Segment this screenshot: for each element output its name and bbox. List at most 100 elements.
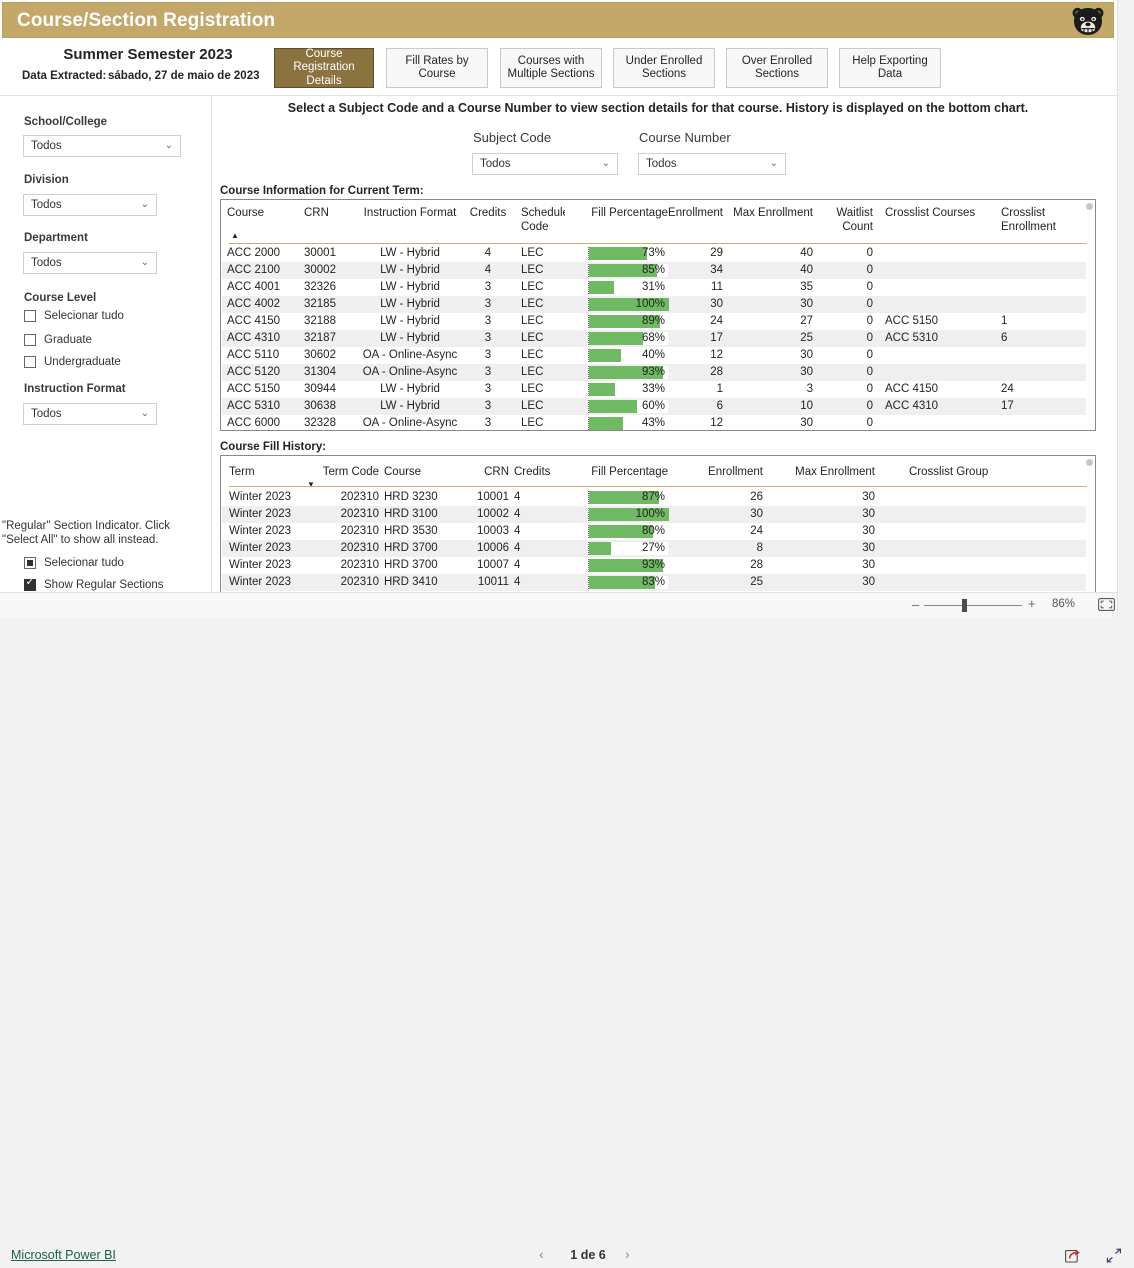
subject-code-label: Subject Code: [473, 130, 552, 145]
table-cell: 28: [710, 366, 723, 378]
table-cell: 0: [866, 366, 873, 378]
table-cell: 30602: [304, 349, 336, 361]
table-cell: ACC 5310: [885, 332, 939, 344]
table-cell: 25: [800, 332, 813, 344]
fullscreen-icon[interactable]: [1106, 1248, 1122, 1268]
table-cell: 24: [710, 315, 723, 327]
column-header: Term: [229, 466, 255, 478]
table-cell: 32188: [304, 315, 336, 327]
table-cell: 34: [710, 264, 723, 276]
table-cell: 4: [514, 542, 521, 554]
instruction-format-label: Instruction Format: [24, 383, 126, 395]
table-cell: 29: [710, 247, 723, 259]
tab-help-exporting-data[interactable]: Help Exporting Data: [839, 48, 941, 88]
sidebar-divider: [211, 96, 212, 606]
department-value: Todos: [31, 257, 62, 269]
table-cell: 10003: [477, 525, 509, 537]
tab-course-registration-details[interactable]: Course Registration Details: [274, 48, 374, 88]
tab-under-enrolled-sections[interactable]: Under Enrolled Sections: [613, 48, 715, 88]
fill-percentage-label: 100%: [635, 508, 665, 520]
table-cell: HRD 3700: [384, 542, 438, 554]
table-cell: 0: [866, 298, 873, 310]
table-cell: 1: [1001, 315, 1008, 327]
course-information-table[interactable]: Course ▲ CRN Instruction Format Credits Sched…: [220, 199, 1096, 431]
course-fill-history-table[interactable]: Term Term Code ▼ Course CRN Credits Fill Perce…: [220, 455, 1096, 597]
table-cell: 0: [866, 349, 873, 361]
table-scrollbar-thumb[interactable]: [1086, 459, 1093, 466]
tab-over-enrolled-sections[interactable]: Over Enrolled Sections: [726, 48, 828, 88]
option-label: Selecionar tudo: [44, 557, 124, 569]
table-cell: 32328: [304, 417, 336, 429]
table-cell: LEC: [521, 281, 544, 293]
column-header: Fill Percentage: [591, 466, 668, 478]
table-cell: 3: [484, 298, 492, 310]
tab-courses-with-multiple-sections[interactable]: Courses with Multiple Sections: [500, 48, 602, 88]
zoom-in-button[interactable]: +: [1028, 596, 1036, 611]
course-level-option-graduate[interactable]: Graduate: [24, 334, 92, 346]
checkbox-icon: [24, 334, 36, 346]
table-cell: 30001: [304, 247, 336, 259]
table-cell: ACC 4150: [885, 383, 939, 395]
column-header: Enrollment: [1001, 221, 1056, 233]
chevron-left-icon[interactable]: ‹: [539, 1246, 544, 1262]
table-cell: OA - Online-Async: [362, 349, 458, 361]
division-slicer[interactable]: Todos ⌄: [23, 194, 157, 216]
course-level-label: Course Level: [24, 292, 97, 304]
table-cell: 4: [514, 508, 521, 520]
share-icon[interactable]: [1065, 1248, 1081, 1268]
column-header: Count: [842, 221, 873, 233]
instruction-format-slicer[interactable]: Todos ⌄: [23, 403, 157, 425]
table-cell: 30: [862, 508, 875, 520]
table-cell: 6: [1001, 332, 1008, 344]
fit-to-page-icon[interactable]: [1098, 598, 1115, 611]
table-scrollbar-thumb[interactable]: [1086, 203, 1093, 210]
table-cell: 10001: [477, 491, 509, 503]
table-cell: 30: [862, 525, 875, 537]
zoom-out-button[interactable]: –: [912, 597, 919, 612]
zoom-slider-track[interactable]: [924, 605, 1022, 606]
chevron-down-icon: ⌄: [769, 158, 778, 169]
checkbox-icon: [24, 310, 36, 322]
table-cell: 30: [800, 298, 813, 310]
table-cell: LEC: [521, 264, 544, 276]
table-cell: 12: [710, 417, 723, 429]
table-cell: 4: [514, 559, 521, 571]
instruction-text: Select a Subject Code and a Course Numbe…: [287, 101, 1029, 115]
table-cell: ACC 2000: [227, 247, 281, 259]
table-cell: 202310: [340, 559, 379, 571]
power-bi-link[interactable]: Microsoft Power BI: [11, 1248, 116, 1262]
course-level-option-select-all[interactable]: Selecionar tudo: [24, 310, 124, 322]
table-cell: 30002: [304, 264, 336, 276]
column-header: Credits: [514, 466, 551, 478]
page-title: Course/Section Registration: [17, 10, 276, 31]
sort-indicator-icon[interactable]: ▲: [231, 231, 239, 240]
zoom-slider-thumb[interactable]: [962, 599, 967, 612]
table-cell: 202310: [340, 576, 379, 588]
table-cell: ACC 4001: [227, 281, 281, 293]
table-cell: 0: [866, 417, 873, 429]
table-cell: ACC 4002: [227, 298, 281, 310]
tab-fill-rates-by-course[interactable]: Fill Rates by Course: [386, 48, 488, 88]
table-cell: HRD 3700: [384, 559, 438, 571]
regular-option-show-regular-sections[interactable]: Show Regular Sections: [24, 577, 164, 591]
course-level-option-undergraduate[interactable]: Undergraduate: [24, 356, 121, 368]
column-header: Max Enrollment: [795, 466, 875, 478]
table-cell: ACC 2100: [227, 264, 281, 276]
option-label: Graduate: [44, 334, 92, 346]
school-college-slicer[interactable]: Todos ⌄: [23, 135, 181, 157]
chevron-right-icon[interactable]: ›: [625, 1246, 630, 1262]
table-cell: 30: [862, 576, 875, 588]
regular-option-select-all[interactable]: Selecionar tudo: [24, 557, 124, 569]
table-cell: 40: [800, 247, 813, 259]
subject-code-slicer[interactable]: Todos ⌄: [472, 153, 618, 175]
data-extracted-label: Data Extracted:: [22, 70, 107, 82]
column-header: Max Enrollment: [733, 207, 813, 219]
school-college-value: Todos: [31, 140, 62, 152]
sort-indicator-icon[interactable]: ▼: [307, 480, 315, 489]
table-cell: 3: [806, 383, 813, 395]
department-slicer[interactable]: Todos ⌄: [23, 252, 157, 274]
course-number-slicer[interactable]: Todos ⌄: [638, 153, 786, 175]
table-cell: 202310: [340, 491, 379, 503]
chevron-down-icon: ⌄: [601, 158, 610, 169]
table-cell: 35: [800, 281, 813, 293]
